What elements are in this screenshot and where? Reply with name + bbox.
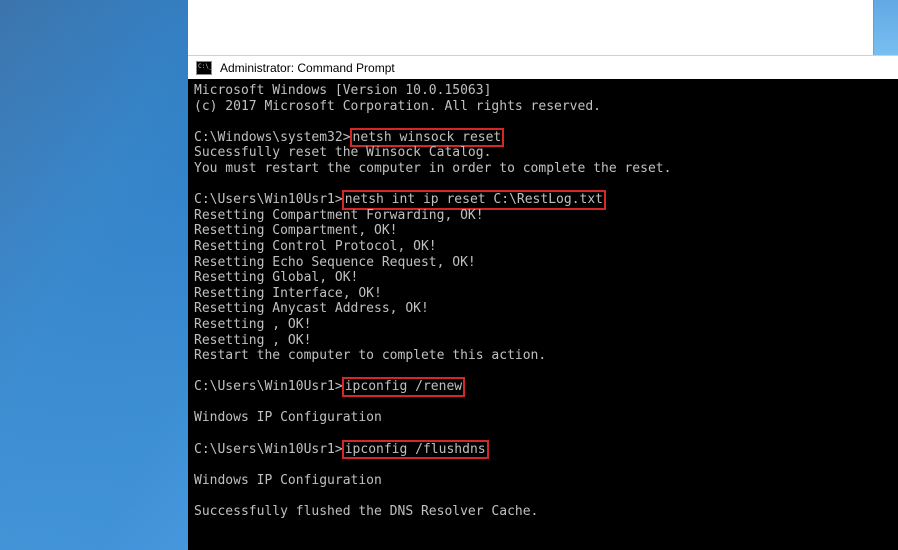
console-line: Sucessfully reset the Winsock Catalog. <box>194 145 491 160</box>
console-line: Successfully flushed the DNS Resolver Ca… <box>194 504 538 519</box>
console-line: Resetting Compartment Forwarding, OK! <box>194 208 484 223</box>
console-line: Restart the computer to complete this ac… <box>194 348 546 363</box>
console-prompt: C:\Users\Win10Usr1> <box>194 192 343 207</box>
cmd-icon <box>196 61 212 75</box>
console-prompt: C:\Windows\system32> <box>194 130 351 145</box>
console-line: You must restart the computer in order t… <box>194 161 671 176</box>
console-line: (c) 2017 Microsoft Corporation. All righ… <box>194 99 601 114</box>
console-prompt: C:\Users\Win10Usr1> <box>194 442 343 457</box>
console-line: Resetting Global, OK! <box>194 270 358 285</box>
window-title: Administrator: Command Prompt <box>220 61 395 75</box>
desktop-light-shaft <box>0 0 220 550</box>
highlighted-command-4: ipconfig /flushdns <box>342 440 489 460</box>
console-line: Resetting , OK! <box>194 333 311 348</box>
console-line: Windows IP Configuration <box>194 410 382 425</box>
console-line: Resetting Control Protocol, OK! <box>194 239 437 254</box>
console-line: Resetting Anycast Address, OK! <box>194 301 429 316</box>
console-prompt: C:\Users\Win10Usr1> <box>194 379 343 394</box>
window-titlebar[interactable]: Administrator: Command Prompt <box>188 55 898 79</box>
console-output[interactable]: Microsoft Windows [Version 10.0.15063] (… <box>188 79 898 550</box>
browser-white-bar <box>188 0 898 55</box>
console-line: Resetting Interface, OK! <box>194 286 382 301</box>
console-line: Windows IP Configuration <box>194 473 382 488</box>
console-line: Resetting Echo Sequence Request, OK! <box>194 255 476 270</box>
console-line: Microsoft Windows [Version 10.0.15063] <box>194 83 491 98</box>
console-line: Resetting , OK! <box>194 317 311 332</box>
highlighted-command-3: ipconfig /renew <box>342 377 465 397</box>
console-line: Resetting Compartment, OK! <box>194 223 398 238</box>
